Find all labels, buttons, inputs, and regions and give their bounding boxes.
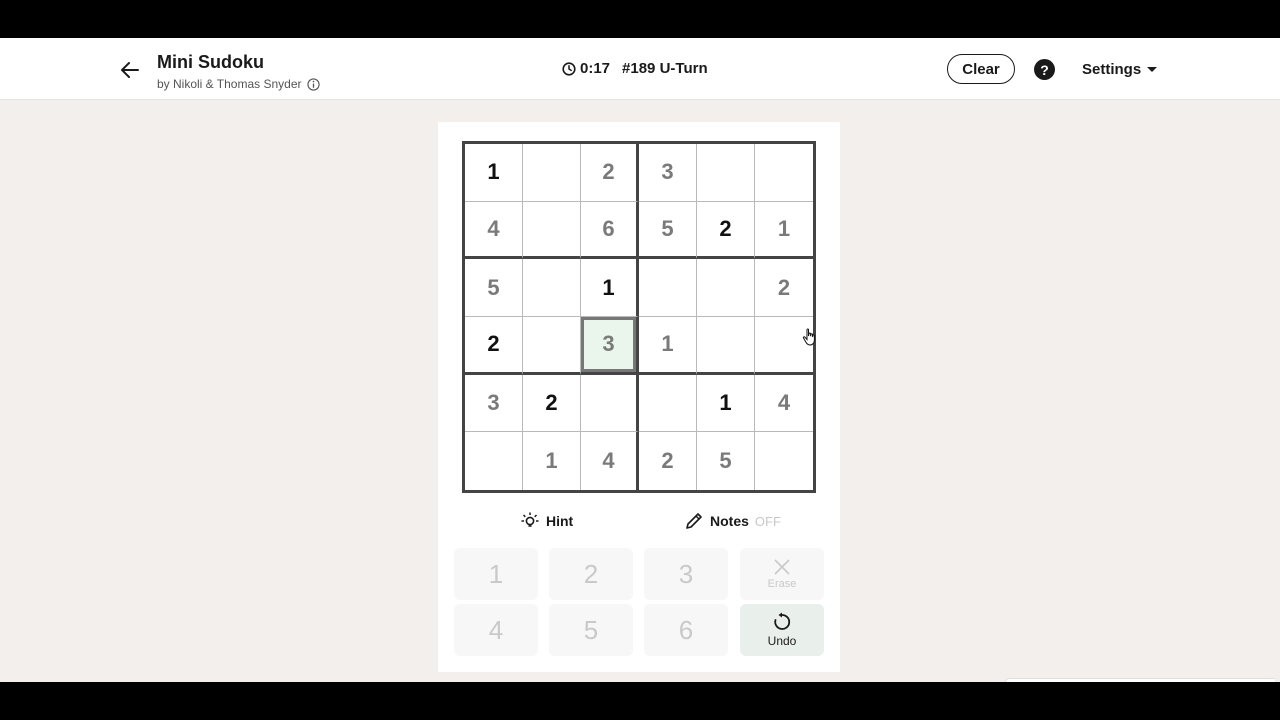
info-icon[interactable] [306, 77, 320, 91]
settings-label: Settings [1082, 61, 1142, 78]
sudoku-cell-r6-c1[interactable] [465, 432, 523, 490]
key-5[interactable]: 5 [549, 604, 633, 656]
undo-button[interactable]: Undo [740, 604, 824, 656]
clock-icon [562, 61, 576, 76]
sudoku-cell-r1-c3[interactable]: 2 [581, 144, 639, 202]
sudoku-cell-r2-c5[interactable]: 2 [697, 201, 755, 260]
sudoku-cell-r1-c6[interactable] [755, 144, 813, 202]
hint-button[interactable]: Hint [520, 511, 573, 531]
key-1[interactable]: 1 [454, 548, 538, 600]
sudoku-cell-r1-c4[interactable]: 3 [639, 144, 697, 202]
key-3[interactable]: 3 [644, 548, 728, 600]
sudoku-cell-r3-c3[interactable]: 1 [581, 259, 639, 317]
sudoku-cell-r6-c3[interactable]: 4 [581, 432, 639, 490]
header-bar: Mini Sudoku by Nikoli & Thomas Snyder 0:… [0, 38, 1280, 100]
sudoku-cell-r5-c4[interactable] [639, 374, 697, 433]
help-icon[interactable]: ? [1034, 59, 1055, 80]
sudoku-cell-r4-c3[interactable]: 3 [581, 317, 639, 375]
erase-label: Erase [767, 578, 797, 590]
sudoku-cell-r2-c3[interactable]: 6 [581, 201, 639, 260]
clear-button[interactable]: Clear [947, 54, 1015, 84]
byline-text: by Nikoli & Thomas Snyder [157, 77, 302, 91]
lightbulb-icon [521, 512, 539, 527]
sudoku-cell-r5-c5[interactable]: 1 [697, 374, 755, 433]
sudoku-cell-r5-c1[interactable]: 3 [465, 374, 523, 433]
sudoku-cell-r3-c1[interactable]: 5 [465, 259, 523, 317]
sudoku-cell-r4-c5[interactable] [697, 317, 755, 375]
sudoku-cell-r3-c2[interactable] [523, 259, 581, 317]
sudoku-cell-r3-c6[interactable]: 2 [755, 259, 813, 317]
byline: by Nikoli & Thomas Snyder [157, 77, 320, 91]
sudoku-cell-r3-c4[interactable] [639, 259, 697, 317]
sudoku-cell-r6-c4[interactable]: 2 [639, 432, 697, 490]
erase-button[interactable]: Erase [740, 548, 824, 600]
notes-state: OFF [754, 513, 781, 529]
sudoku-cell-r1-c1[interactable]: 1 [465, 144, 523, 202]
sudoku-cell-r2-c1[interactable]: 4 [465, 201, 523, 260]
app-window: Mini Sudoku by Nikoli & Thomas Snyder 0:… [0, 38, 1280, 682]
hand-cursor-icon [802, 328, 815, 346]
back-arrow-icon [121, 62, 139, 78]
key-2[interactable]: 2 [549, 548, 633, 600]
key-4[interactable]: 4 [454, 604, 538, 656]
sudoku-cell-r4-c4[interactable]: 1 [639, 317, 697, 375]
sudoku-cell-r4-c2[interactable] [523, 317, 581, 375]
bottom-panel-edge [1005, 678, 1275, 682]
sudoku-cell-r2-c2[interactable] [523, 201, 581, 260]
close-icon [774, 559, 790, 575]
game-panel: 1234652151223132141425 Hint Notes OFF 1 … [438, 122, 840, 672]
sudoku-cell-r4-c1[interactable]: 2 [465, 317, 523, 375]
key-6[interactable]: 6 [644, 604, 728, 656]
sudoku-cell-r2-c4[interactable]: 5 [639, 201, 697, 260]
hint-label: Hint [546, 513, 574, 529]
notes-label: Notes [710, 513, 749, 529]
caret-down-icon [1147, 67, 1158, 72]
page-title: Mini Sudoku [157, 52, 264, 72]
sudoku-cell-r5-c6[interactable]: 4 [755, 375, 813, 433]
sudoku-cell-r6-c2[interactable]: 1 [523, 432, 581, 490]
sudoku-cell-r5-c3[interactable] [581, 374, 639, 433]
sudoku-grid: 1234652151223132141425 [462, 141, 816, 493]
sudoku-cell-r2-c6[interactable]: 1 [755, 202, 813, 260]
pencil-icon [686, 513, 702, 529]
notes-toggle[interactable]: Notes OFF [684, 511, 781, 531]
sudoku-cell-r6-c5[interactable]: 5 [697, 432, 755, 490]
puzzle-status: 0:17 #189 U-Turn [562, 60, 708, 77]
sudoku-cell-r1-c2[interactable] [523, 144, 581, 202]
back-button[interactable] [116, 56, 144, 84]
undo-icon [774, 612, 791, 630]
settings-dropdown[interactable]: Settings [1082, 61, 1158, 78]
sudoku-cell-r3-c5[interactable] [697, 259, 755, 317]
timer: 0:17 [580, 60, 611, 77]
undo-label: Undo [767, 634, 797, 648]
sudoku-cell-r5-c2[interactable]: 2 [523, 374, 581, 433]
sudoku-cell-r1-c5[interactable] [697, 144, 755, 202]
sudoku-cell-r6-c6[interactable] [755, 432, 813, 490]
puzzle-id: #189 U-Turn [622, 60, 708, 77]
tool-bar: Hint Notes OFF [438, 508, 840, 534]
